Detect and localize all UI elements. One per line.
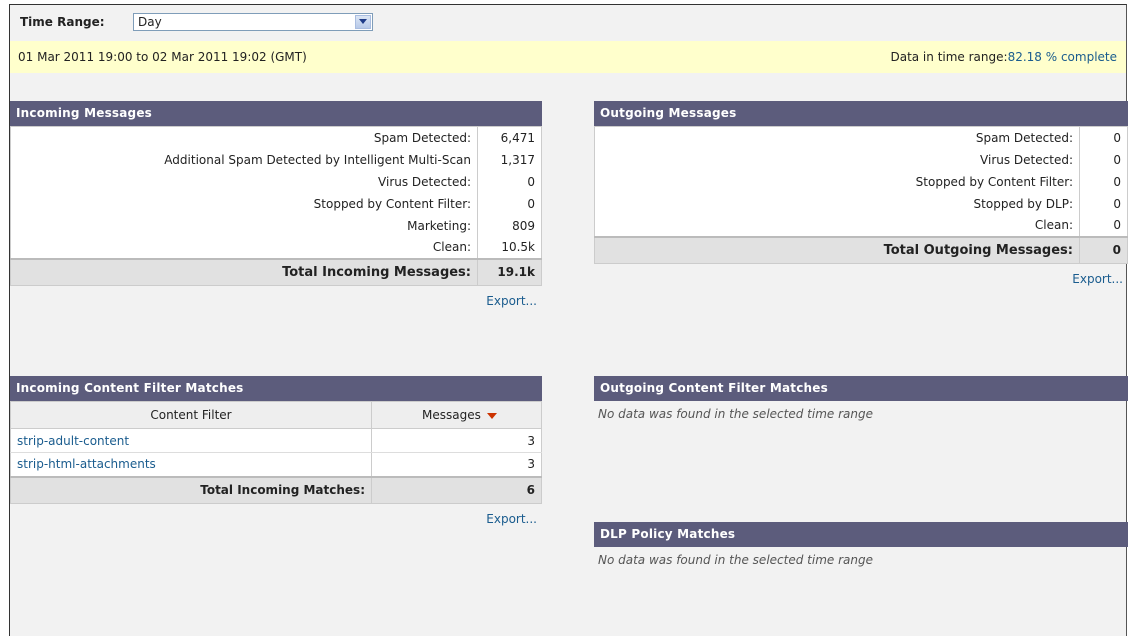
outgoing-messages-title: Outgoing Messages <box>594 101 1128 126</box>
total-row: Total Outgoing Messages: 0 <box>594 235 1128 264</box>
table-row: Spam Detected: 6,471 <box>10 126 542 149</box>
table-row: Additional Spam Detected by Intelligent … <box>10 148 542 171</box>
incoming-cf-export-link[interactable]: Export... <box>10 504 542 526</box>
row-value: 0 <box>1113 152 1121 167</box>
table-row: strip-html-attachments 3 <box>10 452 542 477</box>
table-row: Spam Detected: 0 <box>594 126 1128 149</box>
table-row: Stopped by DLP: 0 <box>594 192 1128 215</box>
row-label: Clean: <box>594 214 1080 237</box>
outgoing-messages-table: Spam Detected: 0 Virus Detected: 0 Stopp… <box>594 126 1128 264</box>
row-value: 10.5k <box>501 240 535 254</box>
sort-descending-icon <box>486 412 497 419</box>
total-value: 0 <box>1079 235 1128 264</box>
total-label: Total Incoming Matches: <box>10 475 372 504</box>
row-label: Spam Detected: <box>10 126 478 149</box>
incoming-messages-title: Incoming Messages <box>10 101 542 126</box>
total-label: Total Incoming Messages: <box>10 257 478 286</box>
table-row: Clean: 10.5k <box>10 236 542 259</box>
row-value: 1,317 <box>500 152 535 167</box>
row-value: 6,471 <box>500 130 535 145</box>
row-label: Spam Detected: <box>594 126 1080 149</box>
table-row: Marketing: 809 <box>10 214 542 237</box>
table-row: strip-adult-content 3 <box>10 428 542 453</box>
total-label: Total Outgoing Messages: <box>594 235 1080 264</box>
dlp-title: DLP Policy Matches <box>594 522 1128 547</box>
row-value: 0 <box>1113 130 1121 145</box>
outgoing-cf-empty-message: No data was found in the selected time r… <box>598 407 873 421</box>
table-row: Virus Detected: 0 <box>10 170 542 193</box>
dlp-policy-panel: DLP Policy Matches No data was found in … <box>594 522 1128 573</box>
row-label: Stopped by DLP: <box>594 192 1080 215</box>
row-value: 0 <box>1113 196 1121 211</box>
completeness-value: 82.18 % complete <box>1007 50 1117 64</box>
row-value: 0 <box>527 196 535 211</box>
time-range-row: Time Range: Day <box>10 5 1126 41</box>
row-label: Virus Detected: <box>10 170 478 193</box>
outgoing-messages-export-link[interactable]: Export... <box>594 264 1128 286</box>
incoming-cf-title: Incoming Content Filter Matches <box>10 376 542 401</box>
outgoing-content-filter-panel: Outgoing Content Filter Matches No data … <box>594 376 1128 427</box>
chevron-down-icon[interactable] <box>355 15 371 29</box>
filter-name-link[interactable]: strip-html-attachments <box>10 452 372 477</box>
row-value: 809 <box>512 218 535 233</box>
filter-count: 3 <box>371 452 542 477</box>
total-row: Total Incoming Matches: 6 <box>10 475 542 504</box>
data-completeness: Data in time range:82.18 % complete <box>890 50 1117 64</box>
table-row: Stopped by Content Filter: 0 <box>10 192 542 215</box>
report-frame: Time Range: Day 01 Mar 2011 19:00 to 02 … <box>9 4 1128 636</box>
time-range-select[interactable]: Day <box>133 13 373 31</box>
incoming-messages-export-link[interactable]: Export... <box>10 286 542 308</box>
row-value: 0 <box>1113 174 1121 189</box>
incoming-messages-table: Spam Detected: 6,471 Additional Spam Det… <box>10 126 542 286</box>
row-value: 0 <box>527 174 535 189</box>
completeness-label: Data in time range: <box>890 50 1008 64</box>
total-value: 19.1k <box>477 257 542 286</box>
column-header-content-filter[interactable]: Content Filter <box>10 401 372 429</box>
table-header-row: Content Filter Messages <box>10 401 542 429</box>
row-label: Marketing: <box>10 214 478 237</box>
date-range-text: 01 Mar 2011 19:00 to 02 Mar 2011 19:02 (… <box>18 50 307 64</box>
outgoing-messages-panel: Outgoing Messages Spam Detected: 0 Virus… <box>594 101 1128 286</box>
total-value: 6 <box>371 475 542 504</box>
row-label: Additional Spam Detected by Intelligent … <box>10 148 478 171</box>
column-header-messages[interactable]: Messages <box>371 401 542 429</box>
row-label: Clean: <box>10 236 478 259</box>
row-value: 0 <box>1113 218 1121 232</box>
time-range-value: Day <box>138 15 162 29</box>
table-row: Virus Detected: 0 <box>594 148 1128 171</box>
filter-name-link[interactable]: strip-adult-content <box>10 428 372 453</box>
row-label: Virus Detected: <box>594 148 1080 171</box>
outgoing-cf-title: Outgoing Content Filter Matches <box>594 376 1128 401</box>
incoming-messages-panel: Incoming Messages Spam Detected: 6,471 A… <box>10 101 542 308</box>
dlp-empty-message: No data was found in the selected time r… <box>598 553 873 567</box>
total-row: Total Incoming Messages: 19.1k <box>10 257 542 286</box>
date-range-bar: 01 Mar 2011 19:00 to 02 Mar 2011 19:02 (… <box>10 41 1126 73</box>
table-row: Stopped by Content Filter: 0 <box>594 170 1128 193</box>
filter-count: 3 <box>371 428 542 453</box>
row-label: Stopped by Content Filter: <box>10 192 478 215</box>
row-label: Stopped by Content Filter: <box>594 170 1080 193</box>
table-row: Clean: 0 <box>594 214 1128 237</box>
time-range-label: Time Range: <box>20 15 105 29</box>
column-header-messages-label: Messages <box>421 408 481 422</box>
incoming-cf-table: Content Filter Messages strip-adult-cont… <box>10 401 542 504</box>
incoming-content-filter-panel: Incoming Content Filter Matches Content … <box>10 376 542 526</box>
